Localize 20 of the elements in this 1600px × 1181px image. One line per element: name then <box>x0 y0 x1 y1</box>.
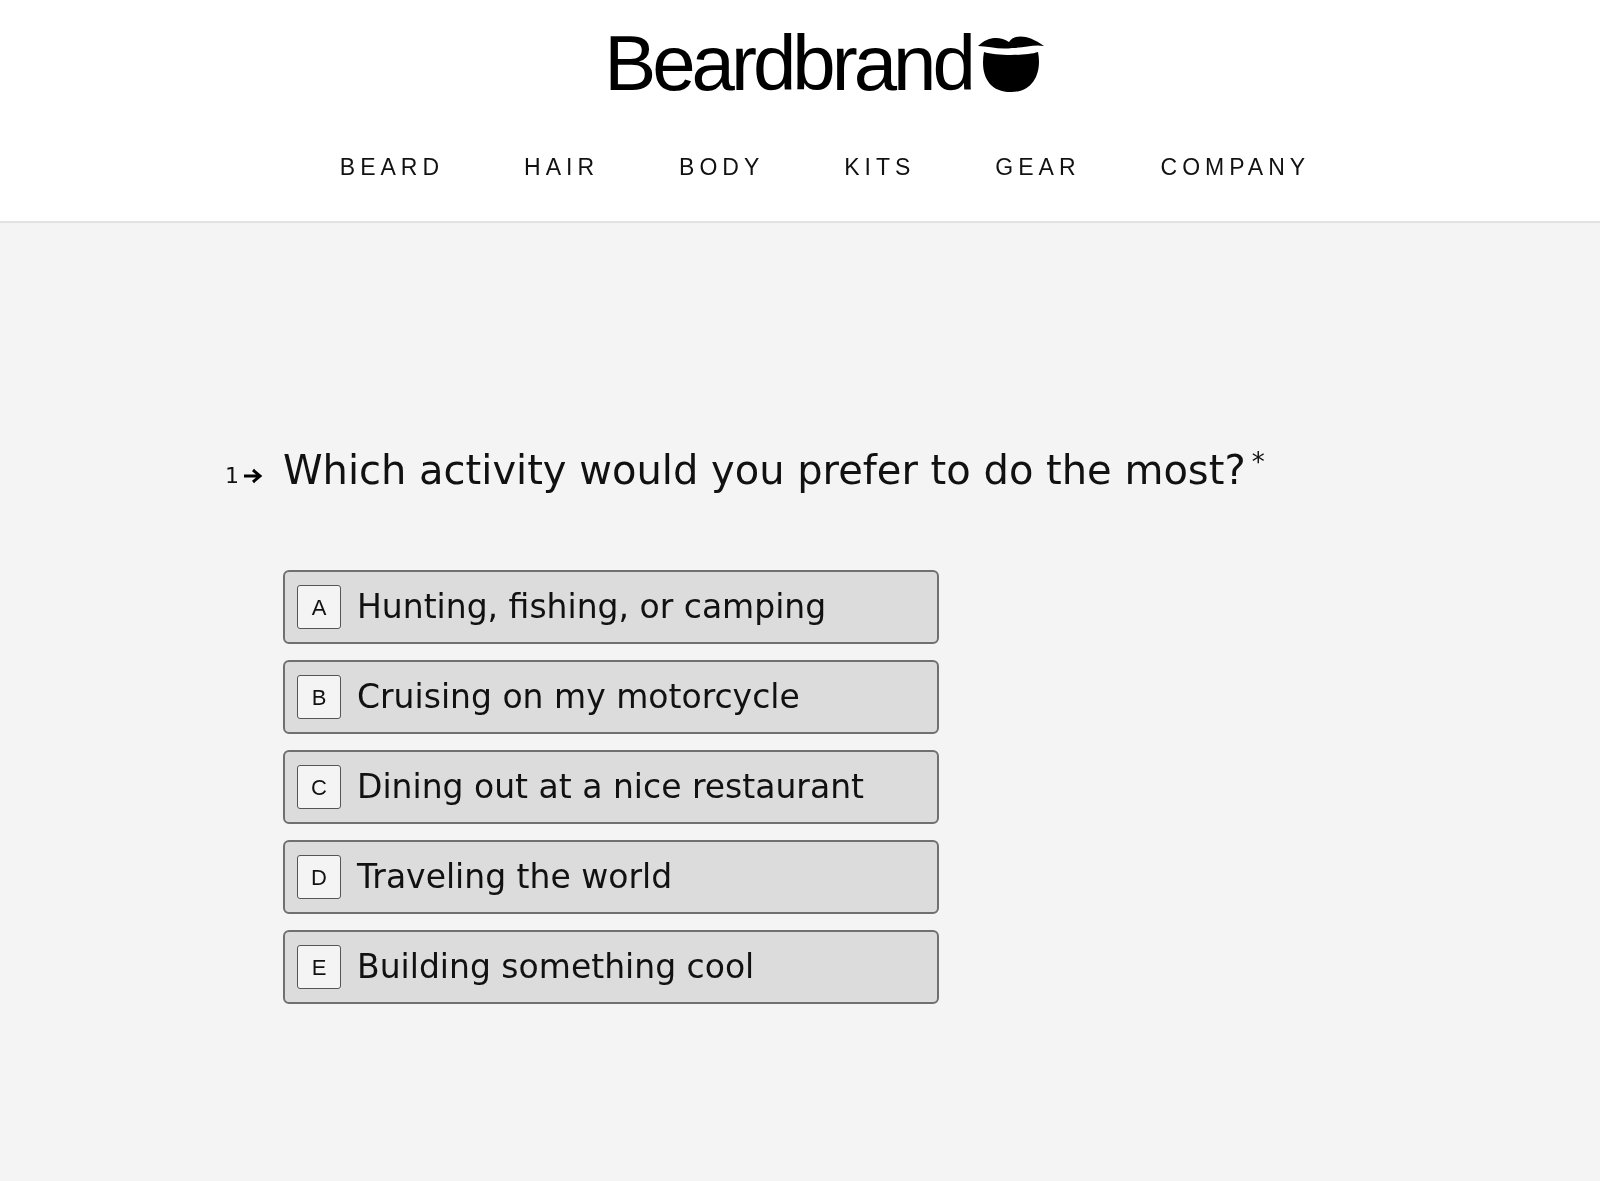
nav-link[interactable]: GEAR <box>995 150 1081 185</box>
nav-link[interactable]: BODY <box>679 150 765 185</box>
answer-option[interactable]: D Traveling the world <box>283 840 939 914</box>
arrow-icon <box>243 467 263 484</box>
question-text: Which activity would you prefer to do the most?* <box>283 448 1266 492</box>
key-hint: C <box>297 765 341 809</box>
nav-link[interactable]: COMPANY <box>1160 150 1311 185</box>
key-hint: D <box>297 855 341 899</box>
nav-link[interactable]: KITS <box>844 150 916 185</box>
question-number: 1 <box>225 462 239 490</box>
answer-option[interactable]: E Building something cool <box>283 930 939 1004</box>
nav-link[interactable]: BEARD <box>339 150 445 185</box>
answer-option[interactable]: A Hunting, fishing, or camping <box>283 570 939 644</box>
nav-link[interactable]: HAIR <box>524 150 600 185</box>
key-hint: B <box>297 675 341 719</box>
answer-option[interactable]: C Dining out at a nice restaurant <box>283 750 939 824</box>
key-hint: A <box>297 585 341 629</box>
logo-wordmark[interactable]: Beardbrand <box>604 24 972 102</box>
key-hint: E <box>297 945 341 989</box>
answer-option[interactable]: B Cruising on my motorcycle <box>283 660 939 734</box>
